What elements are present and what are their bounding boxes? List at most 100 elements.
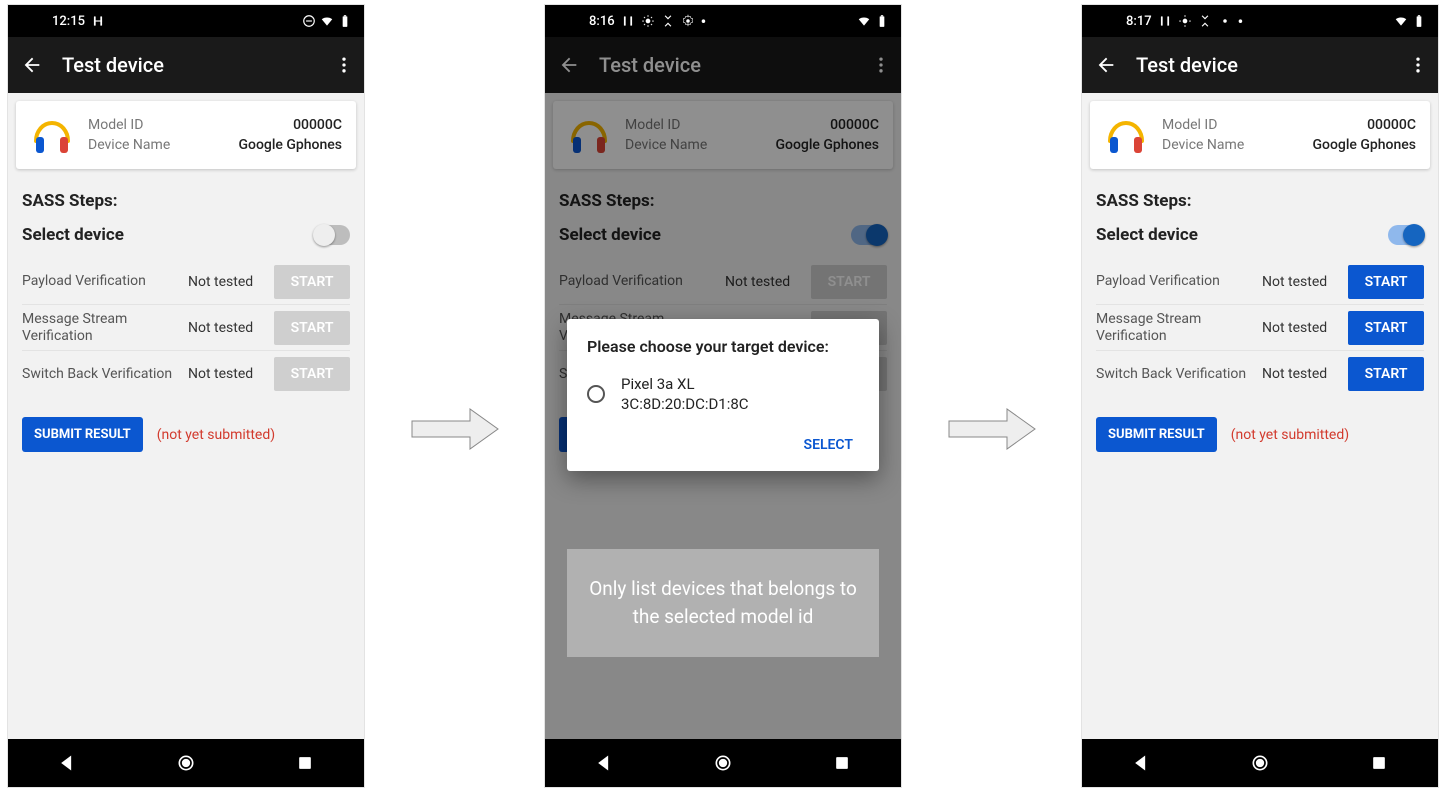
step-row: Message Stream Verification Not tested S… <box>22 305 350 351</box>
nav-back-icon[interactable] <box>1131 753 1151 773</box>
step-status: Not tested <box>188 320 268 336</box>
battery-icon <box>1412 14 1426 28</box>
status-icon <box>641 14 655 28</box>
android-nav-bar <box>1082 739 1438 787</box>
step-row: Payload Verification Not tested START <box>1096 259 1424 305</box>
headphones-icon <box>1104 113 1148 157</box>
start-button[interactable]: START <box>1348 265 1424 299</box>
back-icon[interactable] <box>1094 53 1118 77</box>
select-device-label: Select device <box>1096 225 1198 245</box>
status-icon <box>661 14 675 28</box>
page-title: Test device <box>62 53 332 77</box>
status-time: 12:15 <box>52 14 85 29</box>
device-option-address: 3C:8D:20:DC:D1:8C <box>621 395 749 413</box>
step-name: Message Stream Verification <box>22 311 182 345</box>
select-device-toggle[interactable] <box>314 225 350 245</box>
phone-screenshot-3: 8:17 • Test device <box>1082 5 1438 787</box>
step-name: Message Stream Verification <box>1096 311 1256 345</box>
step-row: Payload Verification Not tested START <box>22 259 350 305</box>
device-card: Model ID 00000C Device Name Google Gphon… <box>16 101 356 169</box>
wifi-icon <box>320 14 334 28</box>
submit-row: SUBMIT RESULT (not yet submitted) <box>1082 397 1438 472</box>
do-not-disturb-icon <box>302 14 316 28</box>
select-device-row: Select device <box>8 215 364 259</box>
start-button[interactable]: START <box>274 357 350 391</box>
submit-row: SUBMIT RESULT (not yet submitted) <box>8 397 364 472</box>
status-icon <box>91 14 105 28</box>
wifi-icon <box>1394 14 1408 28</box>
page-title: Test device <box>1136 53 1406 77</box>
submit-note: (not yet submitted) <box>157 427 275 443</box>
nav-recent-icon[interactable] <box>832 753 852 773</box>
android-nav-bar <box>8 739 364 787</box>
status-time: 8:17 <box>1126 14 1152 29</box>
wifi-icon <box>857 14 871 28</box>
nav-home-icon[interactable] <box>713 753 733 773</box>
device-option-name: Pixel 3a XL <box>621 375 695 393</box>
start-button[interactable]: START <box>1348 357 1424 391</box>
step-status: Not tested <box>1262 274 1342 290</box>
status-time: 8:16 <box>589 14 615 29</box>
steps-list: Payload Verification Not tested START Me… <box>8 259 364 397</box>
nav-recent-icon[interactable] <box>295 753 315 773</box>
model-id-label: Model ID <box>1162 117 1217 133</box>
device-option[interactable]: Pixel 3a XL 3C:8D:20:DC:D1:8C <box>587 370 859 429</box>
model-id-value: 00000C <box>1367 117 1416 133</box>
step-status: Not tested <box>188 274 268 290</box>
annotation-callout: Only list devices that belongs to the se… <box>567 549 879 657</box>
phone-screenshot-2: 8:16 • Test device <box>545 5 901 787</box>
phone-screenshot-1: 12:15 Test device <box>8 5 364 787</box>
start-button[interactable]: START <box>274 265 350 299</box>
step-row: Switch Back Verification Not tested STAR… <box>22 351 350 397</box>
section-heading: SASS Steps: <box>8 177 364 215</box>
annotation-text: Only list devices that belongs to the se… <box>583 575 863 630</box>
submit-note: (not yet submitted) <box>1231 427 1349 443</box>
flow-arrow-icon <box>947 405 1037 453</box>
model-id-value: 00000C <box>293 117 342 133</box>
nav-back-icon[interactable] <box>57 753 77 773</box>
nav-back-icon[interactable] <box>594 753 614 773</box>
select-device-label: Select device <box>22 225 124 245</box>
step-row: Switch Back Verification Not tested STAR… <box>1096 351 1424 397</box>
select-button[interactable]: SELECT <box>798 429 859 461</box>
step-status: Not tested <box>1262 320 1342 336</box>
status-icon <box>1158 14 1172 28</box>
submit-result-button[interactable]: SUBMIT RESULT <box>22 417 143 452</box>
device-name-label: Device Name <box>1162 137 1244 153</box>
step-status: Not tested <box>1262 366 1342 382</box>
submit-result-button[interactable]: SUBMIT RESULT <box>1096 417 1217 452</box>
overflow-menu-icon[interactable] <box>1406 53 1430 77</box>
headphones-icon <box>30 113 74 157</box>
battery-icon <box>338 14 352 28</box>
device-name-value: Google Gphones <box>1312 137 1416 153</box>
select-device-row: Select device <box>1082 215 1438 259</box>
device-name-label: Device Name <box>88 137 170 153</box>
nav-recent-icon[interactable] <box>1369 753 1389 773</box>
target-device-dialog: Please choose your target device: Pixel … <box>567 319 879 471</box>
radio-icon[interactable] <box>587 385 605 403</box>
device-card: Model ID 00000C Device Name Google Gphon… <box>1090 101 1430 169</box>
settings-icon <box>681 14 695 28</box>
status-icon <box>621 14 635 28</box>
model-id-label: Model ID <box>88 117 143 133</box>
device-name-value: Google Gphones <box>238 137 342 153</box>
app-bar: Test device <box>8 37 364 93</box>
nav-home-icon[interactable] <box>1250 753 1270 773</box>
overflow-menu-icon[interactable] <box>332 53 356 77</box>
start-button[interactable]: START <box>1348 311 1424 345</box>
status-dot: • <box>1238 12 1244 31</box>
nav-home-icon[interactable] <box>176 753 196 773</box>
status-bar: 8:17 • <box>1082 5 1438 37</box>
start-button[interactable]: START <box>274 311 350 345</box>
step-status: Not tested <box>188 366 268 382</box>
select-device-toggle[interactable] <box>1388 225 1424 245</box>
steps-list: Payload Verification Not tested START Me… <box>1082 259 1438 397</box>
settings-icon <box>1218 14 1232 28</box>
status-dot: • <box>701 12 707 31</box>
step-row: Message Stream Verification Not tested S… <box>1096 305 1424 351</box>
back-icon[interactable] <box>20 53 44 77</box>
app-bar: Test device <box>1082 37 1438 93</box>
android-nav-bar <box>545 739 901 787</box>
step-name: Payload Verification <box>1096 273 1256 290</box>
status-bar: 8:16 • <box>545 5 901 37</box>
